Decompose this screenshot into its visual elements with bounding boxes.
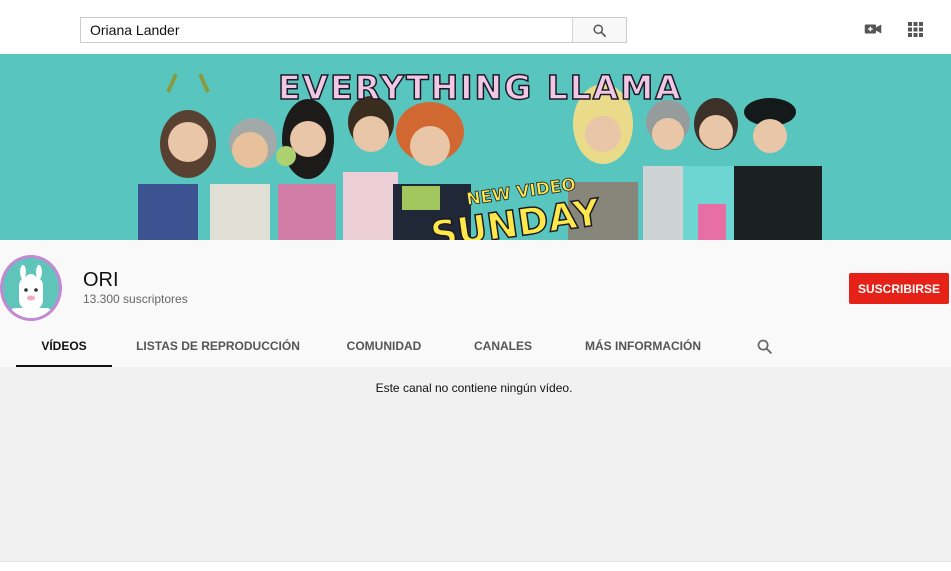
channel-tabs: VÍDEOS LISTAS DE REPRODUCCIÓN COMUNIDAD … bbox=[0, 328, 951, 367]
tab-community[interactable]: COMUNIDAD bbox=[338, 328, 430, 367]
llama-icon bbox=[11, 265, 51, 318]
banner-title: EVERYTHING LLAMA bbox=[277, 67, 683, 108]
channel-header: ORI 13.300 suscriptores SUSCRIBIRSE VÍDE… bbox=[0, 240, 951, 367]
subscriber-count: 13.300 suscriptores bbox=[83, 292, 188, 306]
search-button[interactable] bbox=[572, 18, 626, 42]
channel-name: ORI bbox=[83, 269, 119, 291]
search-input[interactable] bbox=[81, 18, 572, 42]
masthead bbox=[0, 0, 951, 54]
upload-video-button[interactable] bbox=[864, 20, 882, 38]
tab-about[interactable]: MÁS INFORMACIÓN bbox=[580, 328, 706, 367]
tab-channels[interactable]: CANALES bbox=[466, 328, 540, 367]
apps-grid-icon bbox=[907, 21, 923, 37]
tab-playlists[interactable]: LISTAS DE REPRODUCCIÓN bbox=[136, 328, 300, 367]
subscribe-button[interactable]: SUSCRIBIRSE bbox=[849, 273, 949, 304]
videos-panel: Este canal no contiene ningún vídeo. bbox=[0, 367, 951, 561]
video-camera-icon bbox=[864, 24, 882, 34]
tab-videos[interactable]: VÍDEOS bbox=[16, 328, 112, 367]
search-icon bbox=[593, 23, 606, 37]
apps-button[interactable] bbox=[906, 20, 924, 38]
search-bar bbox=[80, 17, 627, 43]
page-footer-divider bbox=[0, 561, 951, 571]
channel-avatar[interactable] bbox=[0, 255, 62, 321]
channel-search-button[interactable] bbox=[756, 338, 774, 356]
empty-message: Este canal no contiene ningún vídeo. bbox=[375, 381, 573, 395]
search-icon bbox=[757, 339, 772, 354]
channel-banner: EVERYTHING LLAMA NEW VIDEO SUNDAY bbox=[0, 54, 951, 240]
